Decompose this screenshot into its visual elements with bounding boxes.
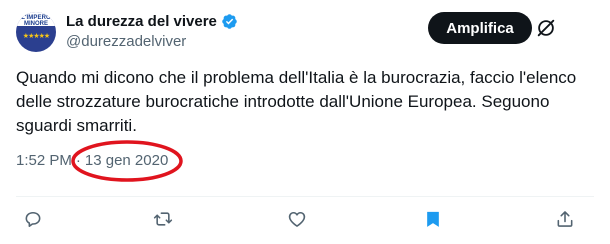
divider	[16, 196, 594, 197]
red-circle-annotation	[71, 140, 183, 182]
share-button[interactable]	[548, 202, 582, 236]
author-block: La durezza del vivere @durezzadelviver	[66, 11, 238, 50]
heart-icon	[288, 211, 306, 227]
tweet-time[interactable]: 1:52 PM	[16, 152, 72, 169]
amplify-button[interactable]: Amplifica	[428, 12, 532, 44]
display-name[interactable]: La durezza del vivere	[66, 13, 217, 30]
avatar-banner: L'IMPERO MINORE	[16, 12, 56, 27]
reply-button[interactable]	[16, 202, 50, 236]
tweet-text: Quando mi dicono che il problema dell'It…	[16, 68, 577, 135]
reply-icon	[25, 211, 41, 227]
bookmark-button[interactable]	[416, 202, 450, 236]
name-row: La durezza del vivere	[66, 11, 238, 31]
no-entry-icon[interactable]	[535, 17, 557, 39]
share-icon	[557, 211, 573, 227]
like-button[interactable]	[280, 202, 314, 236]
retweet-button[interactable]	[146, 202, 180, 236]
avatar-text-line2: MINORE	[24, 20, 48, 27]
verified-badge-icon	[222, 13, 237, 29]
user-handle[interactable]: @durezzadelviver	[66, 33, 238, 50]
avatar[interactable]: L'IMPERO MINORE ★★★★★	[16, 12, 56, 52]
bookmark-icon	[427, 211, 439, 227]
retweet-icon	[153, 212, 173, 226]
eu-stars-icon: ★★★★★	[22, 33, 50, 40]
